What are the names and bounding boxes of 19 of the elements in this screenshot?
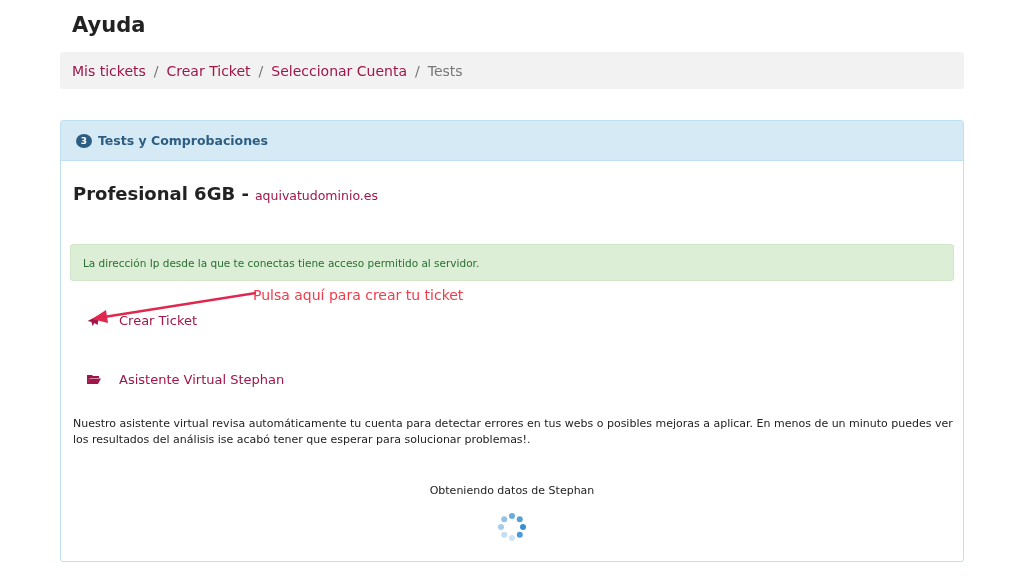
description-text: Nuestro asistente virtual revisa automáticamente tu cuenta para detectar errores en tus webs o posibles mejoras a aplicar. En menos de un minuto puedes ver los resultados del análisis ise acabó tener que esperar para solucionar problemas!. xyxy=(72,416,953,448)
breadcrumb-separator: / xyxy=(415,62,420,79)
product-name: Profesional 6GB - xyxy=(73,183,249,204)
breadcrumb-link[interactable]: Mis tickets xyxy=(72,62,146,79)
success-alert: La dirección Ip desde la que te conectas tiene acceso permitido al servidor. xyxy=(70,244,954,281)
action-link[interactable]: Crear Ticket xyxy=(119,312,198,328)
breadcrumb-current: Tests xyxy=(427,62,463,79)
action-link[interactable]: Asistente Virtual Stephan xyxy=(119,371,285,387)
loading-text: Obteniendo datos de Stephan xyxy=(428,484,596,497)
step-badge: 3 xyxy=(76,133,92,148)
domain-link[interactable]: aquivatudominio.es xyxy=(254,188,378,203)
breadcrumb-link[interactable]: Crear Ticket xyxy=(166,62,251,79)
page-title: Ayuda xyxy=(72,12,147,39)
breadcrumb-separator: / xyxy=(258,62,264,79)
breadcrumb-separator: / xyxy=(153,62,159,79)
annotation-text: Pulsa aquí para crear tu ticket xyxy=(253,287,464,303)
breadcrumb-link[interactable]: Seleccionar Cuenta xyxy=(271,62,407,79)
loading-spinner xyxy=(496,511,528,543)
panel-title: Tests y Comprobaciones xyxy=(98,133,269,148)
